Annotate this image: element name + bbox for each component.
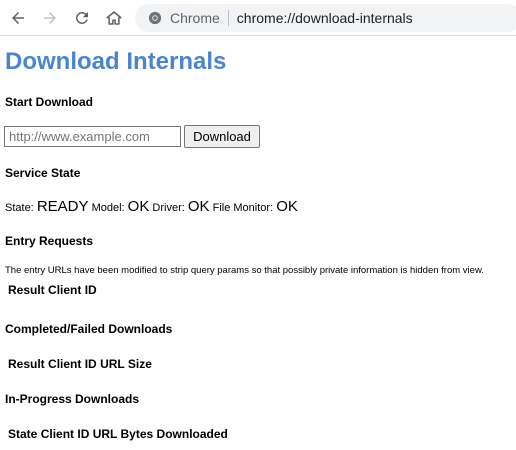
omnibox[interactable]: Chrome chrome://download-internals bbox=[135, 4, 516, 32]
entry-requests-heading: Entry Requests bbox=[5, 234, 94, 248]
in-progress-downloads-heading: In-Progress Downloads bbox=[5, 392, 140, 406]
download-url-input[interactable] bbox=[4, 126, 181, 147]
back-button[interactable] bbox=[6, 6, 30, 30]
completed-downloads-heading: Completed/Failed Downloads bbox=[5, 322, 173, 336]
driver-value: OK bbox=[187, 198, 210, 215]
column-header: Result bbox=[8, 357, 45, 371]
model-value: OK bbox=[127, 198, 150, 215]
model-label: Model: bbox=[91, 202, 125, 214]
download-button[interactable]: Download bbox=[184, 125, 260, 148]
start-download-heading: Start Download bbox=[5, 95, 94, 109]
column-header: Result bbox=[8, 283, 45, 297]
column-header: Client bbox=[40, 427, 75, 441]
chrome-logo-icon bbox=[148, 11, 162, 25]
reload-button[interactable] bbox=[70, 6, 94, 30]
browser-toolbar: Chrome chrome://download-internals bbox=[0, 0, 516, 36]
page-title: Download Internals bbox=[5, 48, 227, 75]
column-header: Bytes Downloaded bbox=[120, 427, 228, 441]
home-button[interactable] bbox=[102, 6, 126, 30]
entry-requests-table-header: Result Client ID bbox=[8, 283, 97, 297]
column-header: URL bbox=[100, 357, 125, 371]
home-icon bbox=[106, 11, 122, 25]
state-value: READY bbox=[36, 198, 89, 215]
service-state-heading: Service State bbox=[5, 166, 81, 180]
column-header: ID bbox=[84, 283, 97, 297]
in-progress-downloads-table-header: State Client ID URL Bytes Downloaded bbox=[8, 427, 228, 441]
column-header: Client bbox=[48, 357, 82, 371]
arrow-right-icon bbox=[44, 12, 56, 24]
file-monitor-label: File Monitor: bbox=[212, 202, 274, 214]
column-header: URL bbox=[92, 427, 118, 441]
file-monitor-value: OK bbox=[276, 198, 298, 215]
origin-label: Chrome bbox=[170, 10, 220, 26]
column-header: ID bbox=[84, 357, 97, 371]
reload-icon bbox=[75, 11, 88, 24]
column-header: ID bbox=[77, 427, 90, 441]
column-header: Size bbox=[127, 357, 152, 371]
column-header: State bbox=[8, 427, 38, 441]
column-header: Client bbox=[48, 283, 82, 297]
entry-requests-note: The entry URLs have been modified to str… bbox=[5, 265, 484, 276]
driver-label: Driver: bbox=[152, 202, 185, 214]
forward-button[interactable] bbox=[38, 6, 62, 30]
arrow-left-icon bbox=[12, 12, 24, 24]
omnibox-separator bbox=[227, 10, 229, 26]
completed-downloads-table-header: Result Client ID URL Size bbox=[8, 357, 152, 371]
url-text[interactable]: chrome://download-internals bbox=[237, 10, 413, 26]
state-label: State: bbox=[5, 202, 34, 214]
service-state-line: State: READY Model: OK Driver: OK File M… bbox=[5, 198, 298, 215]
